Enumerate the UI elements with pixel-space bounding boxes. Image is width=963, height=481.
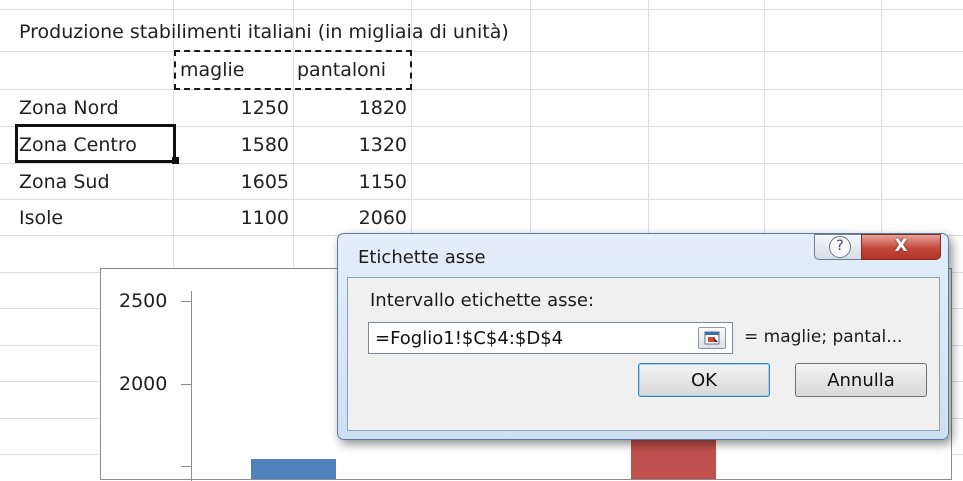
value-cell[interactable]: 1100 <box>180 206 289 230</box>
value-cell[interactable]: 1820 <box>296 96 407 120</box>
row-line <box>0 89 963 90</box>
value-cell[interactable]: 1150 <box>296 170 407 194</box>
chart-bar-maglie[interactable] <box>251 459 336 479</box>
y-tick-label: 2500 <box>119 290 168 312</box>
row-label-cell[interactable]: Zona Nord <box>19 96 119 120</box>
range-selector-icon <box>704 331 720 345</box>
value-cell[interactable]: 1580 <box>180 133 289 157</box>
row-label-cell[interactable]: Zona Sud <box>19 170 110 194</box>
sheet-title-cell[interactable]: Produzione stabilimenti italiani (in mig… <box>19 20 509 44</box>
dialog-title: Etichette asse <box>358 247 486 268</box>
dialog-body: Intervallo etichette asse: = maglie; pan… <box>347 277 940 431</box>
y-tick-mark <box>181 384 191 385</box>
copy-range-marquee <box>174 50 412 90</box>
row-line <box>0 163 963 164</box>
active-cell-border <box>15 124 176 163</box>
y-axis-line <box>191 291 192 481</box>
row-label-cell[interactable]: Isole <box>19 206 63 230</box>
fill-handle[interactable] <box>172 157 179 164</box>
close-button[interactable]: X <box>861 234 941 260</box>
value-cell[interactable]: 1320 <box>296 133 407 157</box>
row-line <box>0 9 963 10</box>
close-icon: X <box>894 236 908 256</box>
row-line <box>0 199 963 200</box>
axis-range-input[interactable] <box>368 322 733 354</box>
ok-button[interactable]: OK <box>638 363 770 397</box>
help-button[interactable]: ? <box>814 234 862 260</box>
value-cell[interactable]: 1605 <box>180 170 289 194</box>
y-tick-mark <box>181 301 191 302</box>
axis-labels-dialog: Etichette asse ? X Intervallo etichette … <box>337 233 949 440</box>
range-field-label: Intervallo etichette asse: <box>370 290 595 311</box>
range-preview-text: = maglie; pantal... <box>744 327 903 347</box>
value-cell[interactable]: 2060 <box>296 206 407 230</box>
collapse-dialog-button[interactable] <box>698 327 726 349</box>
cancel-button[interactable]: Annulla <box>795 363 927 397</box>
value-cell[interactable]: 1250 <box>180 96 289 120</box>
help-icon: ? <box>829 236 851 258</box>
row-line <box>0 51 963 52</box>
y-tick-label: 2000 <box>119 373 168 395</box>
